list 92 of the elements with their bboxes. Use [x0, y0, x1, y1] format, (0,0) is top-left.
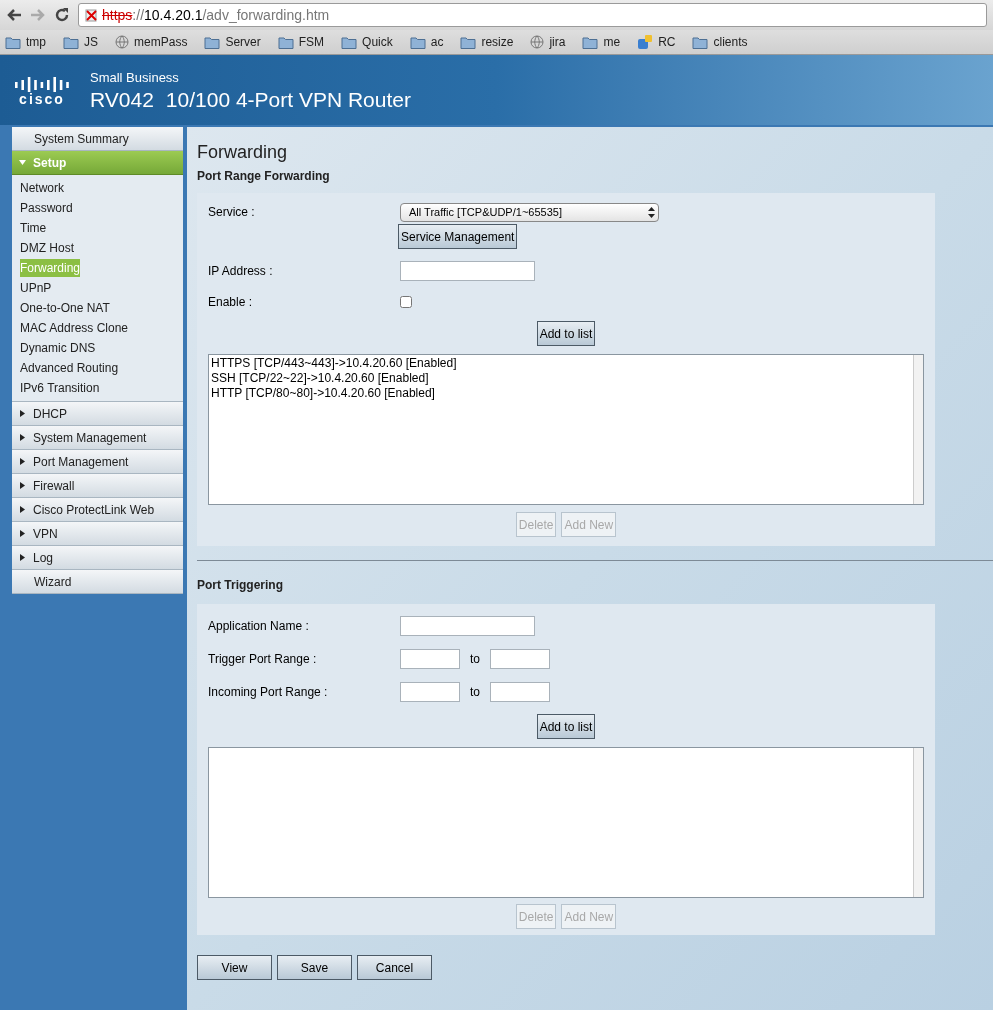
bookmark-link[interactable]: RC — [637, 33, 676, 51]
page-title: Forwarding — [197, 141, 289, 163]
folder-icon — [204, 35, 221, 49]
text-field[interactable] — [490, 648, 550, 669]
text-field[interactable] — [400, 615, 535, 636]
nav-link[interactable]: Password — [20, 199, 73, 217]
nav-link[interactable]: MAC Address Clone — [20, 319, 129, 337]
text-field[interactable] — [490, 681, 550, 702]
caret-right-icon — [19, 530, 26, 537]
list-entry[interactable]: HTTP [TCP/80~80]->10.4.20.60 [Enabled] — [211, 386, 913, 401]
nav-section[interactable]: DHCP — [12, 402, 183, 426]
nav-link[interactable]: Time — [20, 219, 47, 237]
field-label: Enable : — [208, 294, 254, 311]
bookmark-link[interactable]: me — [582, 33, 621, 51]
caret-right-icon — [19, 434, 26, 441]
bookmark-link[interactable]: resize — [460, 33, 514, 51]
folder-icon — [277, 35, 294, 49]
folder-icon — [582, 35, 599, 49]
caret-right-icon — [19, 482, 26, 489]
service-dropdown[interactable]: All Traffic [TCP&UDP/1~65535] — [400, 202, 659, 222]
to-text: to — [469, 650, 481, 668]
footer-button[interactable]: Cancel — [357, 955, 432, 980]
folder-icon — [460, 35, 477, 49]
bookmark-link[interactable]: Quick — [341, 33, 393, 51]
bookmark-link[interactable]: memPass — [115, 33, 188, 51]
folder-icon — [63, 35, 79, 49]
nav-section[interactable]: Cisco ProtectLink Web — [12, 498, 183, 522]
field-label: Incoming Port Range : — [208, 683, 329, 701]
text-field[interactable] — [400, 648, 460, 669]
caret-right-icon — [19, 554, 26, 561]
address-field[interactable]: https://10.4.20.1/adv_forwarding.htm — [78, 3, 987, 27]
form-button[interactable]: Service Management — [398, 224, 518, 249]
url-text: https://10.4.20.1/adv_forwarding.htm — [102, 5, 330, 25]
entries-list[interactable]: HTTPS [TCP/443~443]->10.4.20.60 [Enabled] SSH [TCP/22~22]->10.4.20.60 [Enabled] HTTP [TCP/80~80]->10.4.20.60 [Enabled] — [208, 354, 924, 505]
caret-right-icon — [19, 458, 26, 465]
field-label: IP Address : — [208, 263, 274, 280]
updown-icon — [648, 206, 655, 218]
caret-right-icon — [19, 506, 26, 513]
bookmark-link[interactable]: clients — [692, 33, 748, 51]
nav-link[interactable]: One-to-One NAT — [20, 299, 110, 317]
folder-icon — [409, 35, 426, 49]
section-title: Port Range Forwarding — [197, 168, 331, 185]
folder-icon — [341, 35, 358, 49]
nav-section[interactable]: Firewall — [12, 474, 183, 498]
caret-down-icon — [19, 159, 26, 166]
nav-link[interactable]: UPnP — [20, 279, 52, 297]
globe-icon — [530, 35, 545, 49]
to-text: to — [469, 683, 481, 701]
bookmark-link[interactable]: jira — [530, 33, 566, 51]
back-icon[interactable] — [6, 8, 22, 22]
brand-text: Small Business — [90, 69, 180, 88]
nav-link[interactable]: IPv6 Transition — [20, 379, 100, 397]
nav-item[interactable]: System Summary — [12, 127, 183, 151]
cisco-logo: cisco — [12, 74, 72, 106]
entries-list[interactable] — [208, 747, 924, 898]
bookmark-link[interactable]: FSM — [277, 33, 325, 51]
form-button[interactable]: Add to list — [536, 321, 596, 346]
folder-icon — [692, 35, 709, 49]
forward-icon[interactable] — [30, 8, 46, 22]
bookmark-link[interactable]: ac — [409, 33, 444, 51]
footer-button[interactable]: Save — [277, 955, 352, 980]
nav-link[interactable]: Dynamic DNS — [20, 339, 96, 357]
folder-icon — [5, 35, 21, 49]
caret-right-icon — [19, 410, 26, 417]
nav-section[interactable]: Port Management — [12, 450, 183, 474]
bookmark-link[interactable]: Server — [204, 33, 261, 51]
text-field[interactable] — [400, 261, 535, 281]
field-label: Application Name : — [208, 617, 310, 635]
list-entry[interactable]: HTTPS [TCP/443~443]->10.4.20.60 [Enabled] — [211, 356, 913, 371]
nav-section[interactable]: VPN — [12, 522, 183, 546]
footer-button[interactable]: View — [197, 955, 272, 980]
nav-link[interactable]: Advanced Routing — [20, 359, 119, 377]
form-button[interactable]: Add to list — [536, 714, 596, 739]
model-text: RV042 — [90, 87, 154, 112]
reload-icon[interactable] — [54, 7, 70, 23]
nav-link[interactable]: Network — [20, 179, 64, 197]
app-icon — [637, 34, 654, 50]
nav-section[interactable]: Log — [12, 546, 183, 570]
bookmark-link[interactable]: tmp — [5, 33, 46, 51]
globe-icon — [115, 35, 130, 49]
product-text: 10/100 4-Port VPN Router — [165, 87, 411, 112]
bookmark-link[interactable]: JS — [63, 33, 99, 51]
field-label: Trigger Port Range : — [208, 650, 318, 668]
enable-checkbox[interactable] — [400, 296, 412, 308]
nav-section[interactable]: System Management — [12, 426, 183, 450]
text-field[interactable] — [400, 681, 460, 702]
nav-link[interactable]: DMZ Host — [20, 239, 74, 257]
nav-item[interactable]: Wizard — [12, 570, 183, 594]
field-label: Service : — [208, 204, 256, 221]
list-entry[interactable]: SSH [TCP/22~22]->10.4.20.60 [Enabled] — [211, 371, 913, 386]
section-title: Port Triggering — [197, 577, 284, 594]
insecure-icon — [85, 8, 98, 22]
